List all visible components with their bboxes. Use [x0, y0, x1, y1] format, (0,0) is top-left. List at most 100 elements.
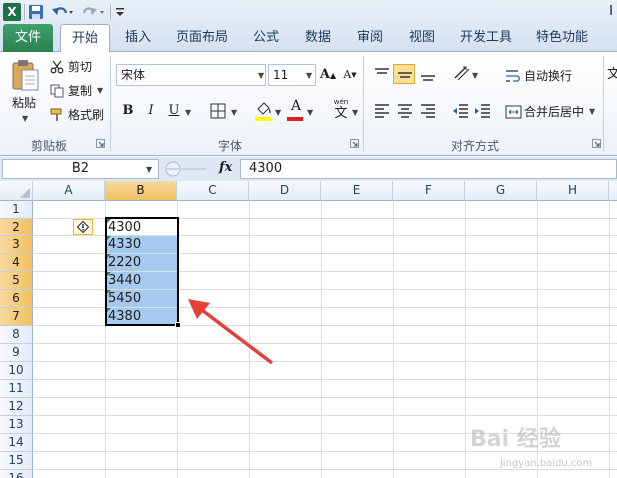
top-align-icon[interactable]: [373, 66, 391, 82]
font-family-select[interactable]: 宋体: [116, 64, 266, 86]
decrease-indent-icon[interactable]: [452, 103, 470, 119]
underline-button[interactable]: U: [164, 101, 184, 121]
number-format-glyph[interactable]: 文: [607, 66, 617, 84]
phonetic-guide-button[interactable]: wén 文: [330, 98, 352, 122]
formula-bar-resize-icon[interactable]: [161, 160, 213, 178]
column-header-c[interactable]: C: [177, 181, 249, 201]
align-right-icon[interactable]: [419, 103, 437, 119]
row-header-2[interactable]: 2: [0, 219, 33, 236]
name-box[interactable]: B2: [2, 159, 159, 179]
row-header-13[interactable]: 13: [0, 416, 33, 434]
clipboard-dialog-launcher-icon[interactable]: [96, 139, 105, 148]
underline-dropdown-arrow-icon[interactable]: ▼: [185, 108, 191, 117]
tab-special-features[interactable]: 特色功能: [530, 24, 594, 52]
insert-function-button[interactable]: fx: [219, 160, 232, 175]
column-header-partial[interactable]: [609, 181, 617, 201]
row-header-7[interactable]: 7: [0, 308, 33, 326]
fill-color-icon[interactable]: [254, 100, 272, 122]
tab-data[interactable]: 数据: [298, 24, 338, 52]
shrink-font-icon[interactable]: A▼: [340, 65, 360, 85]
select-all-triangle-icon: [20, 188, 30, 198]
tab-page-layout[interactable]: 页面布局: [170, 24, 234, 52]
error-warning-button[interactable]: [73, 219, 93, 235]
tab-insert[interactable]: 插入: [118, 24, 158, 52]
font-size-dropdown-arrow-icon[interactable]: ▼: [306, 71, 312, 80]
formula-input[interactable]: 4300: [240, 159, 617, 179]
orientation-dropdown-arrow-icon[interactable]: ▼: [472, 71, 478, 80]
row-header-11[interactable]: 11: [0, 380, 33, 398]
tab-file[interactable]: 文件: [3, 24, 53, 52]
alignment-dialog-launcher-icon[interactable]: [592, 139, 601, 148]
fill-color-dropdown-arrow-icon[interactable]: ▼: [275, 108, 281, 117]
align-left-icon[interactable]: [373, 103, 391, 119]
increase-indent-icon[interactable]: [474, 103, 492, 119]
row-header-4[interactable]: 4: [0, 254, 33, 272]
font-color-button[interactable]: A: [287, 98, 305, 114]
wrap-text-button[interactable]: 自动换行: [524, 67, 572, 85]
row-header-1[interactable]: 1: [0, 201, 33, 219]
select-all-corner[interactable]: [0, 181, 33, 201]
align-center-icon[interactable]: [396, 103, 414, 119]
orientation-icon[interactable]: [452, 64, 472, 82]
ribbon-tabs: 文件 开始 插入 页面布局 公式 数据 审阅 视图 开发工具 特色功能: [0, 24, 617, 53]
font-color-dropdown-arrow-icon[interactable]: ▼: [307, 108, 313, 117]
selection-border: [105, 217, 179, 326]
copy-button[interactable]: 复制: [68, 82, 92, 100]
tab-review[interactable]: 审阅: [350, 24, 390, 52]
borders-dropdown-arrow-icon[interactable]: ▼: [231, 108, 237, 117]
format-painter-button[interactable]: 格式刷: [68, 106, 104, 124]
row-header-10[interactable]: 10: [0, 362, 33, 380]
paste-dropdown-arrow-icon[interactable]: ▼: [22, 114, 28, 123]
grid-line: [33, 469, 617, 470]
merge-center-button[interactable]: 合并后居中: [524, 103, 584, 121]
row-header-16[interactable]: 16: [0, 470, 33, 478]
toolbar-divider: [110, 4, 111, 20]
name-box-dropdown-arrow-icon[interactable]: ▼: [146, 165, 152, 174]
copy-dropdown-arrow-icon[interactable]: ▼: [97, 86, 103, 95]
row-header-14[interactable]: 14: [0, 434, 33, 452]
column-header-h[interactable]: H: [537, 181, 609, 201]
tab-home[interactable]: 开始: [60, 24, 110, 53]
toolbar-divider: [24, 4, 25, 20]
column-header-e[interactable]: E: [321, 181, 393, 201]
grid-line: [609, 201, 610, 478]
column-header-b[interactable]: B: [105, 181, 177, 201]
phonetic-dropdown-arrow-icon[interactable]: ▼: [352, 108, 358, 117]
italic-button[interactable]: I: [141, 101, 161, 121]
grow-font-icon[interactable]: A▲: [318, 65, 338, 85]
bottom-align-icon[interactable]: [419, 66, 437, 82]
column-header-g[interactable]: G: [465, 181, 537, 201]
group-divider: [110, 56, 111, 151]
middle-align-button[interactable]: [393, 64, 415, 84]
paste-icon[interactable]: [10, 58, 40, 94]
row-header-8[interactable]: 8: [0, 326, 33, 344]
row-header-3[interactable]: 3: [0, 236, 33, 254]
middle-align-icon: [398, 72, 412, 78]
customize-toolbar-icon[interactable]: [114, 3, 126, 21]
tab-developer[interactable]: 开发工具: [454, 24, 518, 52]
grid-line: [465, 201, 466, 478]
row-header-12[interactable]: 12: [0, 398, 33, 416]
column-header-a[interactable]: A: [33, 181, 105, 201]
redo-icon[interactable]: [82, 3, 106, 21]
font-dialog-launcher-icon[interactable]: [350, 139, 359, 148]
worksheet-grid[interactable]: A B C D E F G H 1 2 3 4 5 6 7 8 9 10 11 …: [0, 181, 617, 478]
borders-icon[interactable]: [210, 103, 228, 119]
row-header-5[interactable]: 5: [0, 272, 33, 290]
paste-button[interactable]: 粘贴: [12, 94, 36, 112]
tab-view[interactable]: 视图: [402, 24, 442, 52]
row-header-15[interactable]: 15: [0, 452, 33, 470]
row-header-6[interactable]: 6: [0, 290, 33, 308]
save-icon[interactable]: [27, 3, 45, 21]
row-header-9[interactable]: 9: [0, 344, 33, 362]
bold-button[interactable]: B: [118, 101, 138, 121]
column-header-f[interactable]: F: [393, 181, 465, 201]
column-header-d[interactable]: D: [249, 181, 321, 201]
grid-line: [393, 201, 394, 478]
group-divider: [363, 56, 364, 151]
undo-icon[interactable]: [51, 3, 75, 21]
cut-button[interactable]: 剪切: [68, 58, 92, 76]
tab-formulas[interactable]: 公式: [246, 24, 286, 52]
font-family-dropdown-arrow-icon[interactable]: ▼: [258, 71, 264, 80]
merge-dropdown-arrow-icon[interactable]: ▼: [589, 107, 595, 116]
